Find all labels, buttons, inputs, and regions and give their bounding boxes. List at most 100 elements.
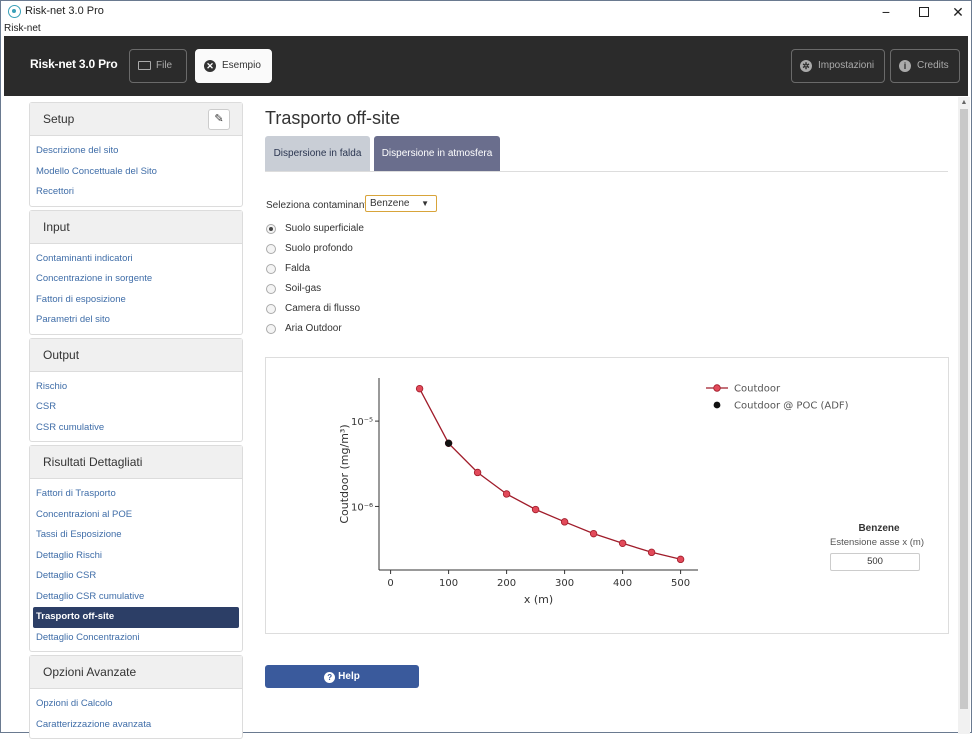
avanzate-heading: Opzioni Avanzate bbox=[30, 656, 242, 689]
sidebar-item-concentrazione[interactable]: Concentrazione in sorgente bbox=[30, 269, 242, 290]
sidebar-item-opzioni-calcolo[interactable]: Opzioni di Calcolo bbox=[30, 694, 242, 715]
sidebar-item-dettaglio-rischi[interactable]: Dettaglio Rischi bbox=[30, 546, 242, 567]
radio-label: Suolo superficiale bbox=[285, 223, 364, 234]
file-button[interactable]: File bbox=[129, 49, 187, 83]
sidebar-item-concentrazioni-poe[interactable]: Concentrazioni al POE bbox=[30, 505, 242, 526]
radio-indicator[interactable] bbox=[266, 244, 276, 254]
sidebar-item-rischio[interactable]: Rischio bbox=[30, 377, 242, 398]
x-tick-label: 500 bbox=[671, 578, 690, 589]
x-tick-label: 100 bbox=[439, 578, 458, 589]
esempio-label: Esempio bbox=[222, 60, 261, 71]
sidebar-item-parametri[interactable]: Parametri del sito bbox=[30, 310, 242, 331]
edit-wand-button[interactable]: ✎ bbox=[208, 109, 230, 130]
top-navbar: Risk-net 3.0 Pro File ✕ Esempio ✲ Impost… bbox=[4, 36, 968, 96]
menu-bar: Risk-net bbox=[1, 22, 971, 36]
sidebar-item-tassi-esposizione[interactable]: Tassi di Esposizione bbox=[30, 525, 242, 546]
radio-indicator[interactable] bbox=[266, 224, 276, 234]
risultati-heading: Risultati Dettagliati bbox=[30, 446, 242, 479]
radio-label: Falda bbox=[285, 263, 311, 274]
x-tick-label: 0 bbox=[387, 578, 393, 589]
series-coutdoor-point bbox=[589, 529, 598, 538]
scroll-up-arrow-icon[interactable]: ▲ bbox=[958, 97, 970, 109]
credits-label: Credits bbox=[917, 60, 949, 71]
y-axis-label: Coutdoor (mg/m³) bbox=[338, 424, 351, 523]
app-icon bbox=[8, 5, 21, 18]
legend-coutdoor-marker bbox=[713, 384, 721, 392]
output-panel: Output Rischio CSR CSR cumulative bbox=[29, 337, 243, 442]
sidebar-item-modello[interactable]: Modello Concettuale del Sito bbox=[30, 162, 242, 183]
radio-label: Aria Outdoor bbox=[285, 323, 342, 334]
title-bar: Risk-net 3.0 Pro − ✕ bbox=[1, 1, 971, 23]
sidebar-item-recettori[interactable]: Recettori bbox=[30, 182, 242, 203]
tab-dispersione-falda[interactable]: Dispersione in falda bbox=[265, 136, 370, 171]
series-coutdoor-point bbox=[647, 548, 656, 557]
radio-indicator[interactable] bbox=[266, 324, 276, 334]
sidebar-item-contaminanti[interactable]: Contaminanti indicatori bbox=[30, 249, 242, 270]
chart-contaminant-title: Benzene bbox=[858, 523, 900, 534]
sidebar-item-caratterizzazione[interactable]: Caratterizzazione avanzata bbox=[30, 715, 242, 736]
impostazioni-label: Impostazioni bbox=[818, 60, 875, 71]
series-coutdoor-point bbox=[473, 468, 482, 477]
series-coutdoor-point bbox=[560, 518, 569, 526]
file-label: File bbox=[156, 60, 173, 71]
legend-coutdoor-label: Coutdoor bbox=[734, 384, 781, 395]
help-button[interactable]: ? Help bbox=[265, 665, 419, 688]
contaminant-select[interactable]: Benzene ▼ bbox=[365, 195, 437, 212]
setup-panel: Setup ✎ Descrizione del sito Modello Con… bbox=[29, 102, 243, 207]
radio-label: Soil-gas bbox=[285, 283, 322, 294]
chart-panel: 0 100 200 300 400 500 10⁻⁵ 10⁻⁶ x (m) Coutdoor (m… bbox=[265, 357, 949, 634]
esempio-button[interactable]: ✕ Esempio bbox=[195, 49, 272, 83]
scrollbar-thumb[interactable] bbox=[960, 109, 968, 709]
maximize-button[interactable] bbox=[907, 1, 941, 23]
x-axis-label: x (m) bbox=[524, 593, 553, 606]
page-title: Trasporto off-site bbox=[265, 108, 401, 128]
x-extension-input[interactable]: 500 bbox=[830, 553, 920, 571]
y-tick-label: 10⁻⁶ bbox=[351, 502, 373, 513]
app-window: Risk-net 3.0 Pro − ✕ Risk-net Risk-net 3… bbox=[0, 0, 972, 739]
legend-poc-marker bbox=[713, 401, 721, 409]
wand-icon: ✎ bbox=[214, 113, 224, 125]
sidebar-item-dettaglio-concentrazioni[interactable]: Dettaglio Concentrazioni bbox=[30, 628, 242, 649]
impostazioni-button[interactable]: ✲ Impostazioni bbox=[791, 49, 885, 83]
sidebar-item-trasporto-offsite[interactable]: Trasporto off-site bbox=[33, 607, 239, 628]
radio-label: Suolo profondo bbox=[285, 243, 353, 254]
tab-divider bbox=[265, 171, 948, 172]
sidebar-item-csr-cumulative[interactable]: CSR cumulative bbox=[30, 418, 242, 439]
series-coutdoor-point bbox=[531, 505, 540, 514]
series-coutdoor-line bbox=[419, 388, 681, 560]
x-tick-label: 200 bbox=[497, 578, 516, 589]
output-heading: Output bbox=[30, 338, 242, 372]
sidebar-item-dettaglio-csr[interactable]: Dettaglio CSR bbox=[30, 566, 242, 587]
x-tick-label: 400 bbox=[613, 578, 632, 589]
sidebar-item-fattori-esposizione[interactable]: Fattori di esposizione bbox=[30, 290, 242, 311]
window-title: Risk-net 3.0 Pro bbox=[25, 5, 104, 17]
close-button[interactable]: ✕ bbox=[941, 1, 972, 23]
credits-button[interactable]: i Credits bbox=[890, 49, 960, 83]
radio-indicator[interactable] bbox=[266, 304, 276, 314]
select-contaminant-label: Seleziona contaminante bbox=[266, 200, 373, 211]
sidebar-item-dettaglio-csr-cumulative[interactable]: Dettaglio CSR cumulative bbox=[30, 587, 242, 608]
sidebar-item-fattori-trasporto[interactable]: Fattori di Trasporto bbox=[30, 484, 242, 505]
radio-label: Camera di flusso bbox=[285, 303, 361, 314]
series-coutdoor-point bbox=[676, 555, 685, 564]
sidebar-item-csr[interactable]: CSR bbox=[30, 397, 242, 418]
radio-indicator[interactable] bbox=[266, 284, 276, 294]
risultati-panel: Risultati Dettagliati Fattori di Traspor… bbox=[29, 445, 243, 652]
minimize-button[interactable]: − bbox=[869, 1, 903, 23]
help-label: Help bbox=[338, 671, 360, 682]
x-tick-label: 300 bbox=[555, 578, 574, 589]
info-icon: i bbox=[899, 60, 913, 72]
sidebar-item-descrizione[interactable]: Descrizione del sito bbox=[30, 141, 242, 162]
x-extension-label: Estensione asse x (m) bbox=[830, 537, 924, 548]
y-tick-label: 10⁻⁵ bbox=[351, 417, 373, 428]
menu-risknet[interactable]: Risk-net bbox=[4, 23, 41, 34]
maximize-icon bbox=[919, 7, 929, 17]
radio-indicator[interactable] bbox=[266, 264, 276, 274]
series-coutdoor-point bbox=[618, 539, 627, 547]
tab-dispersione-atmosfera[interactable]: Dispersione in atmosfera bbox=[374, 136, 500, 171]
question-icon: ? bbox=[324, 672, 336, 683]
legend-poc-label: Coutdoor @ POC (ADF) bbox=[734, 401, 849, 412]
series-coutdoor-point bbox=[415, 384, 424, 393]
brand-title[interactable]: Risk-net 3.0 Pro bbox=[30, 57, 118, 71]
series-poc-point bbox=[445, 439, 453, 447]
